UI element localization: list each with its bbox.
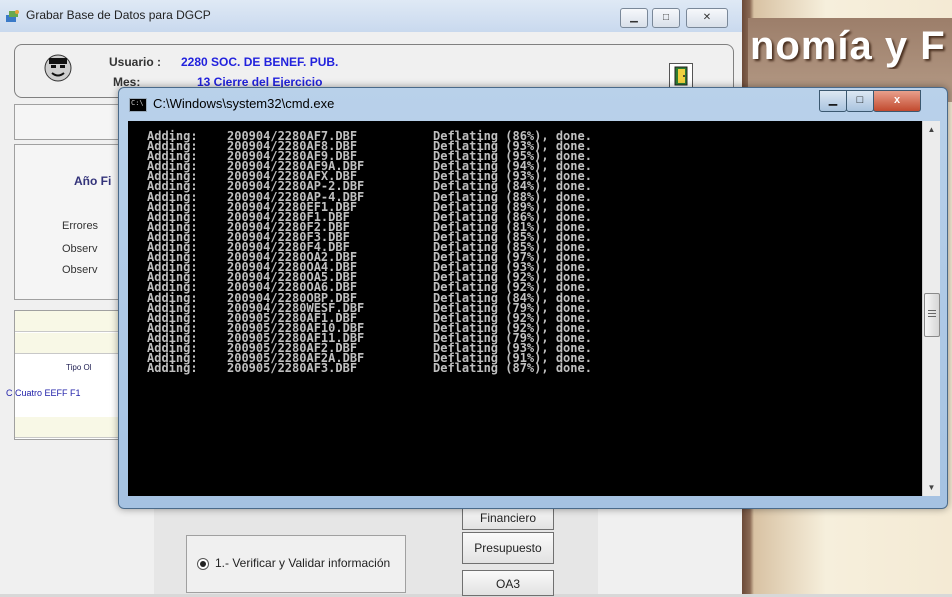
usuario-label: Usuario : <box>109 55 162 69</box>
exit-door-button[interactable] <box>669 63 693 89</box>
usuario-value: 2280 SOC. DE BENEF. PUB. <box>181 55 339 69</box>
cmd-window[interactable]: C:\ C:\Windows\system32\cmd.exe ▁ □ x Ad… <box>118 87 948 509</box>
console-scrollbar[interactable]: ▲ ▼ <box>922 121 940 496</box>
console-output[interactable]: Adding: 200904/2280AF7.DBF Deflating (86%)… <box>128 121 922 496</box>
cmd-icon-text: C:\ <box>131 99 144 107</box>
scroll-up-icon[interactable]: ▲ <box>923 121 940 138</box>
cmd-minimize-button[interactable]: ▁ <box>819 90 847 112</box>
user-avatar-icon <box>44 54 72 82</box>
financiero-button[interactable]: Financiero <box>462 506 554 530</box>
app-titlebar[interactable]: Grabar Base de Datos para DGCP ▁ □ ✕ <box>0 0 742 32</box>
cmd-maximize-button[interactable]: □ <box>846 90 874 112</box>
app-maximize-button[interactable]: □ <box>652 8 680 28</box>
cmd-icon: C:\ <box>129 98 147 112</box>
grip-icon <box>928 310 936 318</box>
tipo-column-header: Tipo Ol <box>66 363 92 372</box>
cmd-close-button[interactable]: x <box>873 90 921 112</box>
background-banner-text: nomía y F <box>750 24 946 68</box>
door-icon <box>674 66 688 86</box>
app-title: Grabar Base de Datos para DGCP <box>26 8 211 22</box>
verify-option-box: 1.- Verificar y Validar información <box>186 535 406 593</box>
app-icon <box>6 10 19 22</box>
console-line: Adding: 200905/2280AF3.DBF Deflating (87%)… <box>147 361 592 376</box>
left-panel-top <box>14 104 130 140</box>
presupuesto-button[interactable]: Presupuesto <box>462 532 554 564</box>
cmd-window-controls: ▁ □ x <box>819 90 939 112</box>
app-close-button[interactable]: ✕ <box>686 8 728 28</box>
observ-label-2: Observ <box>62 264 98 276</box>
cmd-title: C:\Windows\system32\cmd.exe <box>153 96 335 111</box>
app-minimize-button[interactable]: ▁ <box>620 8 648 28</box>
scroll-down-icon[interactable]: ▼ <box>923 479 940 496</box>
console-action: Adding: <box>147 361 198 376</box>
observ-label-1: Observ <box>62 243 98 255</box>
errores-label: Errores <box>62 220 99 232</box>
cuatro-eeff-row[interactable]: C Cuatro EEFF F1 <box>6 388 81 398</box>
anio-label: Año Fi <box>74 174 112 188</box>
oa3-button[interactable]: OA3 <box>462 570 554 596</box>
scroll-thumb[interactable] <box>924 293 940 337</box>
console-status: Deflating (87%), done. <box>433 361 592 376</box>
verify-radio[interactable] <box>197 558 209 570</box>
verify-label[interactable]: 1.- Verificar y Validar información <box>215 556 390 570</box>
console-lines: Adding: 200904/2280AF7.DBF Deflating (86%)… <box>147 130 592 376</box>
console-filename: 200905/2280AF3.DBF <box>227 361 358 376</box>
